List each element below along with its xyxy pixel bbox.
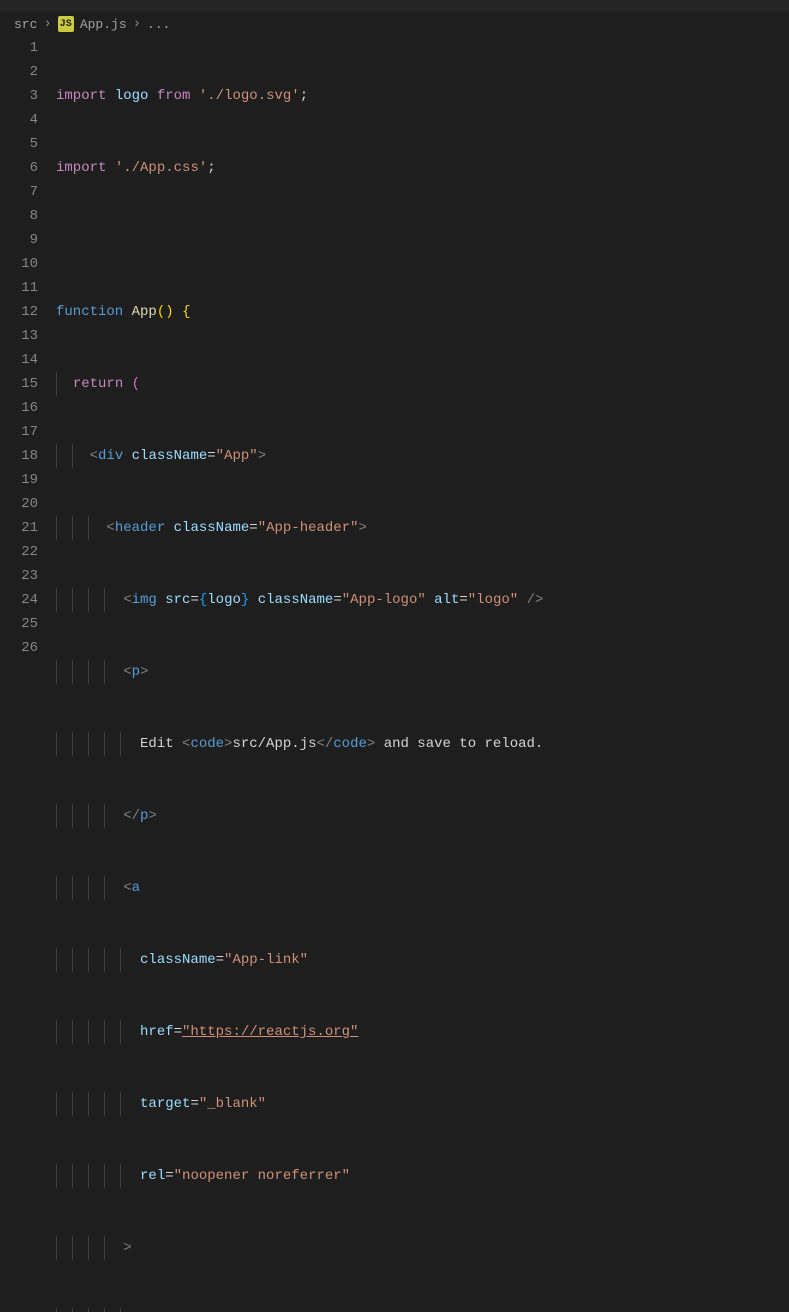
code-line[interactable]: function App() {	[56, 300, 789, 324]
code-line[interactable]: <img src={logo} className="App-logo" alt…	[56, 588, 789, 612]
breadcrumb[interactable]: src › JS App.js › ...	[0, 12, 789, 36]
breadcrumb-folder[interactable]: src	[14, 17, 37, 32]
code-line[interactable]: target="_blank"	[56, 1092, 789, 1116]
javascript-file-icon: JS	[58, 16, 74, 32]
code-editor[interactable]: 1 2 3 4 5 6 7 8 9 10 11 12 13 14 15 16 1…	[0, 36, 789, 1312]
code-line[interactable]: className="App-link"	[56, 948, 789, 972]
chevron-right-icon: ›	[133, 16, 141, 32]
code-line[interactable]: import './App.css';	[56, 156, 789, 180]
breadcrumb-filename[interactable]: App.js	[80, 17, 127, 32]
code-line[interactable]: href="https://reactjs.org"	[56, 1020, 789, 1044]
code-line[interactable]	[56, 228, 789, 252]
code-line[interactable]: import logo from './logo.svg';	[56, 84, 789, 108]
code-line[interactable]: <div className="App">	[56, 444, 789, 468]
breadcrumb-more[interactable]: ...	[147, 17, 170, 32]
code-content[interactable]: import logo from './logo.svg'; import '.…	[56, 36, 789, 1312]
code-line[interactable]: <p>	[56, 660, 789, 684]
code-line[interactable]: Edit <code>src/App.js</code> and save to…	[56, 732, 789, 756]
code-line[interactable]: </p>	[56, 804, 789, 828]
chevron-right-icon: ›	[43, 16, 51, 32]
code-line[interactable]: >	[56, 1236, 789, 1260]
code-line[interactable]: Learn React	[56, 1308, 789, 1312]
tab-bar	[0, 0, 789, 12]
code-line[interactable]: rel="noopener noreferrer"	[56, 1164, 789, 1188]
code-line[interactable]: <header className="App-header">	[56, 516, 789, 540]
code-line[interactable]: <a	[56, 876, 789, 900]
code-line[interactable]: return (	[56, 372, 789, 396]
line-number-gutter: 1 2 3 4 5 6 7 8 9 10 11 12 13 14 15 16 1…	[0, 36, 56, 1312]
